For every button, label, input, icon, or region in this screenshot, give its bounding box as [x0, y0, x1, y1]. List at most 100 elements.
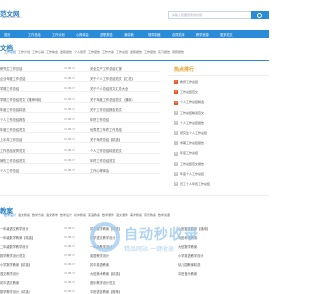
hot-item-title[interactable]: 研究生个人工作总结 — [180, 131, 207, 135]
tab-item[interactable]: 数学说课 — [158, 213, 170, 217]
list-item[interactable]: 初中语文教案 06-07 — [0, 280, 71, 285]
list-item[interactable]: 音乐教学设计范文 06-07 — [68, 280, 116, 285]
tab-item[interactable]: 美术教案 — [130, 213, 142, 217]
hot-item-title[interactable]: 个人工作总结报告 — [180, 121, 204, 125]
list-item-title[interactable]: 语文教学设计 — [0, 272, 19, 276]
hot-item[interactable]: 4 工作总结精选范文 — [174, 111, 204, 115]
list-item[interactable]: 一年级数学教案【精选】 06-07 — [0, 235, 71, 240]
hot-item[interactable]: 3 个人工作总结精选 — [174, 100, 204, 105]
tab-item[interactable]: 实习报告 — [158, 50, 170, 54]
nav-item[interactable]: 述职报告 — [100, 32, 113, 37]
list-item[interactable]: 二年级数学教学设计 06-07 — [0, 244, 71, 249]
tab-item[interactable]: 音乐教案 — [144, 213, 156, 217]
hot-item[interactable]: 6 研究生个人工作总结 — [174, 131, 207, 136]
hot-item[interactable]: 8 年度工作总结 — [174, 151, 198, 156]
list-item[interactable]: 幼儿园教案精选 — [178, 262, 200, 267]
tab-item[interactable]: 数学设计 — [4, 213, 16, 217]
tab-item[interactable]: 工作报告 — [144, 50, 156, 54]
hot-item-title[interactable]: 工作总结精选范文 — [180, 111, 204, 115]
list-item[interactable]: 一年级语文教学设计 06-07 — [0, 226, 71, 231]
rank-badge: 11 — [174, 182, 178, 187]
list-item-title[interactable]: 一年级语文教学设计 — [0, 227, 29, 231]
tab-item[interactable]: 工作总结 — [4, 50, 16, 54]
list-item[interactable]: 中班音乐教案 — [178, 271, 197, 276]
tab-item[interactable]: 工作方案 — [102, 50, 114, 54]
rank-badge: 3 — [174, 100, 178, 105]
nav-item[interactable]: 首页 — [4, 32, 10, 37]
tab-item[interactable]: 个人简历 — [74, 50, 86, 54]
nav-item[interactable]: 规章制度 — [148, 32, 161, 37]
hot-item-title[interactable]: 个人工作总结精选 — [180, 100, 204, 104]
list-item-title[interactable]: 一年级数学教案【精选】 — [0, 236, 35, 240]
tab-item[interactable]: 工作计划 — [18, 50, 30, 54]
tab-item[interactable]: 调研报告 — [172, 50, 184, 54]
list-item-title[interactable]: 音乐教学设计范文 — [90, 281, 116, 285]
tab-item[interactable]: 语文教案 — [18, 213, 30, 217]
list-item[interactable]: 大班美术教案【精选】 06-07 — [68, 271, 122, 276]
tab-item[interactable]: 数学方案 — [32, 213, 44, 217]
tab-item[interactable]: 工作体会 — [46, 50, 58, 54]
hot-item[interactable]: 11 员工个人年终工作总结 — [174, 182, 210, 187]
row-separator — [0, 111, 160, 113]
row-separator — [0, 91, 160, 92]
hot-item-title[interactable]: 工作总结范文报告 — [180, 162, 204, 166]
list-item-title[interactable]: 初中语文教案 — [0, 281, 19, 285]
list-item[interactable]: 初中英语教案 06-07 — [68, 262, 109, 267]
search-button[interactable] — [251, 11, 269, 19]
hot-ranking-title: 热点排行 — [174, 67, 195, 73]
list-item-date: 06-07 — [68, 271, 76, 275]
list-item[interactable]: 中班语言教案【推荐】 06-07 — [68, 289, 122, 294]
hot-item[interactable]: 9 工作总结范文报告 — [174, 162, 204, 166]
list-item[interactable]: 数学教学设计范文 06-07 — [0, 253, 71, 258]
tab-item[interactable]: 工作报告 — [88, 50, 100, 54]
list-item-title[interactable]: 二年级数学教学设计 — [0, 245, 29, 249]
nav-item[interactable]: 工作计划 — [52, 32, 65, 37]
list-item-date: 06-07 — [68, 244, 76, 248]
nav-item[interactable]: 合同范本 — [172, 32, 185, 37]
list-item-title[interactable]: 初中英语教案 — [90, 263, 109, 267]
watermark: 自动秒收录 精品网站·一键收录 — [90, 222, 245, 256]
list-item[interactable]: 数学教学设计（精选） 06-07 — [0, 289, 71, 294]
hot-item-title[interactable]: 工作总结范文 — [180, 90, 198, 94]
tab-item[interactable]: 工作心得 — [32, 50, 44, 54]
rank-badge: 7 — [174, 141, 178, 146]
hot-item[interactable]: 2 工作总结范文 — [174, 90, 198, 95]
tab-item[interactable]: 数学课件 — [102, 213, 114, 217]
tab-item[interactable]: 数学设计 — [60, 213, 72, 217]
hot-item-title[interactable]: 年度工作总结 — [180, 151, 198, 155]
tab-item[interactable]: 述职报告 — [130, 50, 142, 54]
search-input[interactable]: 请输入您要搜索的内容 — [168, 11, 254, 19]
hot-item-title[interactable]: 年度个人工作总结 — [180, 172, 204, 176]
list-item-title[interactable]: 中班语言教案【推荐】 — [90, 290, 122, 294]
hot-item[interactable]: 7 学期工作总结报告 — [174, 141, 204, 146]
list-item-date: 06-07 — [68, 147, 76, 152]
nav-item[interactable]: 教学资源 — [196, 32, 209, 37]
tab-item[interactable]: 述职报告 — [60, 50, 72, 54]
nav-item[interactable]: 更多范文 — [220, 32, 233, 37]
rank-badge: 9 — [174, 161, 178, 166]
list-item[interactable]: 语文教学设计 06-07 — [0, 271, 71, 276]
hot-item[interactable]: 1 教师工作总结 — [174, 80, 198, 85]
main-nav: 首页 工作总结 工作计划 心得体会 述职报告 演讲稿 规章制度 合同范本 教学资源 更多范文 — [0, 30, 269, 38]
tab-item[interactable]: 英语教案 — [88, 213, 100, 217]
nav-item[interactable]: 演讲稿 — [124, 32, 134, 37]
tab-item[interactable]: 语文教学 — [46, 213, 58, 217]
tab-item[interactable]: 初中教案 — [74, 213, 86, 217]
nav-item[interactable]: 工作总结 — [28, 32, 41, 37]
tab-item[interactable]: 语文课件 — [116, 213, 128, 217]
hot-item[interactable]: 5 个人工作总结报告 — [174, 121, 204, 125]
row-separator — [0, 71, 160, 72]
list-item-title[interactable]: 数学教学设计（精选） — [0, 290, 32, 294]
list-item-title[interactable]: 小学数学教案【精选】 — [0, 263, 32, 267]
hot-item-title[interactable]: 员工个人年终工作总结 — [180, 182, 210, 186]
list-item-date: 06-07 — [68, 289, 76, 293]
hot-item-title[interactable]: 学期工作总结报告 — [180, 141, 204, 145]
list-item[interactable]: 小学数学教案【精选】 06-07 — [0, 262, 71, 267]
list-item-title[interactable]: 大班美术教案【精选】 — [90, 272, 122, 276]
hot-item-title[interactable]: 教师工作总结 — [180, 80, 198, 84]
nav-item[interactable]: 心得体会 — [76, 32, 89, 37]
tab-item[interactable]: 工作总结 — [116, 50, 128, 54]
list-item-title[interactable]: 数学教学设计范文 — [0, 254, 26, 258]
rank-badge: 6 — [174, 131, 178, 136]
hot-item[interactable]: 10 年度个人工作总结 — [174, 172, 204, 176]
